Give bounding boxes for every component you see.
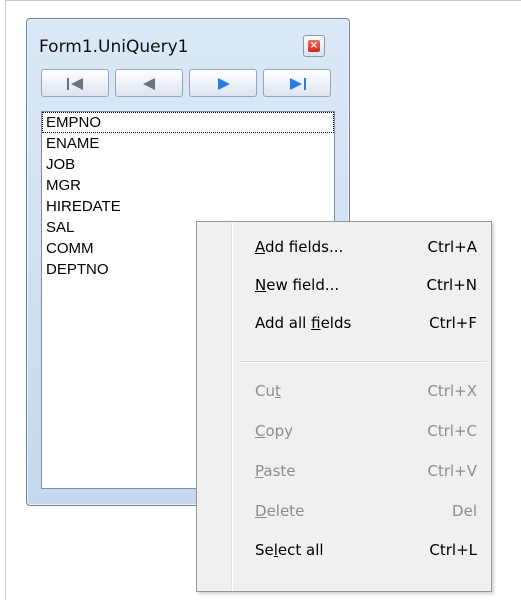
menu-shortcut: Ctrl+C [427,422,477,440]
menu-item-new-field[interactable]: New field... Ctrl+N [199,266,489,304]
menu-separator [239,361,487,363]
menu-shortcut: Ctrl+L [429,541,477,559]
menu-shortcut: Ctrl+A [427,238,477,256]
field-item-ename[interactable]: ENAME [42,133,334,154]
menu-label: Copy [255,422,294,440]
menu-label: Add fields... [255,238,344,256]
first-record-button[interactable] [41,69,109,97]
menu-label: Select all [255,541,324,559]
close-icon: × [308,40,320,52]
menu-item-cut: Cut Ctrl+X [199,372,489,410]
menu-label: New field... [255,276,340,294]
field-item-hiredate[interactable]: HIREDATE [42,196,334,217]
menu-item-add-fields[interactable]: Add fields... Ctrl+A [199,228,489,266]
last-record-icon [290,78,306,90]
menu-shortcut: Ctrl+X [427,382,477,400]
next-record-button[interactable] [189,69,257,97]
next-record-icon [218,78,230,90]
field-item-empno[interactable]: EMPNO [42,112,334,133]
last-record-button[interactable] [263,69,331,97]
previous-record-icon [143,78,155,90]
close-button[interactable]: × [303,35,325,57]
menu-label: Cut [255,382,281,400]
menu-shortcut: Ctrl+F [429,314,477,332]
menu-item-paste: Paste Ctrl+V [199,452,489,490]
first-record-icon [67,78,83,90]
menu-item-delete: Delete Del [199,492,489,530]
menu-label: Paste [255,462,296,480]
previous-record-button[interactable] [115,69,183,97]
menu-item-add-all-fields[interactable]: Add all fields Ctrl+F [199,304,489,342]
field-item-job[interactable]: JOB [42,154,334,175]
screen: Form1.UniQuery1 × EMPNO ENAME JOB MGR HI… [0,0,521,600]
field-item-mgr[interactable]: MGR [42,175,334,196]
window-title: Form1.UniQuery1 [39,37,189,57]
menu-item-copy: Copy Ctrl+C [199,412,489,450]
menu-shortcut: Ctrl+V [427,462,477,480]
menu-shortcut: Del [452,502,477,520]
context-menu: Add fields... Ctrl+A New field... Ctrl+N… [196,221,492,592]
menu-shortcut: Ctrl+N [426,276,477,294]
record-navigator [41,69,333,97]
menu-label: Add all fields [255,314,352,332]
menu-label: Delete [255,502,305,520]
menu-item-select-all[interactable]: Select all Ctrl+L [199,531,489,569]
